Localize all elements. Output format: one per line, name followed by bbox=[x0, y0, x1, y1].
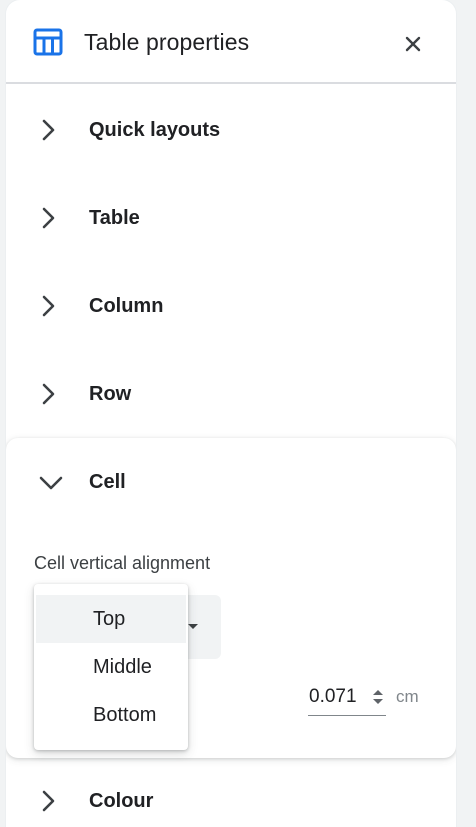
panel-header: Table properties bbox=[6, 0, 456, 84]
close-icon[interactable] bbox=[396, 27, 430, 61]
chevron-right-icon bbox=[42, 790, 55, 812]
cell-padding-value: 0.071 bbox=[309, 686, 357, 707]
spinner-arrows-icon[interactable] bbox=[372, 688, 384, 706]
section-column[interactable]: Column bbox=[6, 262, 456, 350]
cell-padding-unit: cm bbox=[396, 687, 419, 706]
section-label: Column bbox=[89, 295, 164, 317]
section-label: Colour bbox=[89, 790, 154, 812]
panel-title: Table properties bbox=[84, 29, 250, 55]
section-label: Quick layouts bbox=[89, 119, 221, 141]
cell-padding-input[interactable]: 0.071 bbox=[308, 682, 386, 716]
menu-option-bottom[interactable]: Bottom bbox=[34, 691, 188, 739]
caret-down-icon bbox=[188, 624, 198, 629]
section-cell-header[interactable]: Cell bbox=[6, 438, 456, 526]
section-row[interactable]: Row bbox=[6, 350, 456, 438]
vertical-alignment-menu: Top Middle Bottom bbox=[34, 584, 188, 750]
menu-option-top[interactable]: Top bbox=[36, 595, 186, 643]
table-icon bbox=[33, 28, 63, 56]
chevron-right-icon bbox=[42, 207, 55, 229]
section-table[interactable]: Table bbox=[6, 174, 456, 262]
section-label: Cell bbox=[89, 471, 126, 493]
section-label: Table bbox=[89, 207, 140, 229]
chevron-right-icon bbox=[42, 383, 55, 405]
section-label: Row bbox=[89, 383, 132, 405]
cell-vertical-alignment-label: Cell vertical alignment bbox=[34, 553, 211, 573]
chevron-right-icon bbox=[42, 295, 55, 317]
chevron-down-icon bbox=[39, 476, 63, 490]
section-quick-layouts[interactable]: Quick layouts bbox=[6, 86, 456, 174]
chevron-right-icon bbox=[42, 119, 55, 141]
menu-option-middle[interactable]: Middle bbox=[34, 643, 188, 691]
section-colour[interactable]: Colour bbox=[6, 757, 456, 827]
